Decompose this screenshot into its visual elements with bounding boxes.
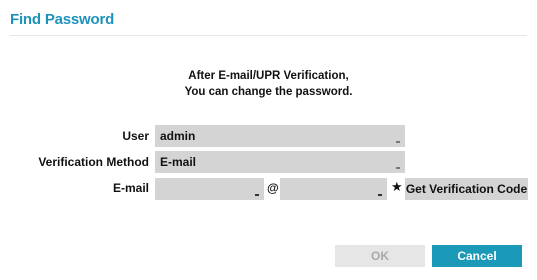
user-select[interactable]: admin [155,125,405,147]
at-symbol: @ [267,181,279,195]
ok-button[interactable]: OK [335,245,425,267]
dialog-title-bar: Find Password [0,0,537,40]
info-message-line-1: After E-mail/UPR Verification, [188,70,349,82]
dropdown-caret-icon [396,141,400,143]
dropdown-caret-icon [396,167,400,169]
cancel-button[interactable]: Cancel [432,245,522,267]
info-message-line-2: You can change the password. [184,86,353,98]
user-select-value: admin [160,129,196,143]
title-divider [10,35,527,36]
star-icon[interactable]: ★ [391,179,403,195]
input-cursor-icon [378,194,382,196]
get-verification-code-button[interactable]: Get Verification Code [405,178,528,200]
email-label: E-mail [112,181,149,195]
email-local-part-input[interactable] [155,178,264,200]
dialog-title: Find Password [10,11,115,28]
email-domain-input[interactable] [280,178,387,200]
input-cursor-icon [255,194,259,196]
user-label: User [122,129,149,143]
verification-method-select[interactable]: E-mail [155,151,405,173]
find-password-dialog: Find Password After E-mail/UPR Verificat… [0,0,537,280]
verification-method-label: Verification Method [38,155,149,169]
verification-method-value: E-mail [160,155,197,169]
